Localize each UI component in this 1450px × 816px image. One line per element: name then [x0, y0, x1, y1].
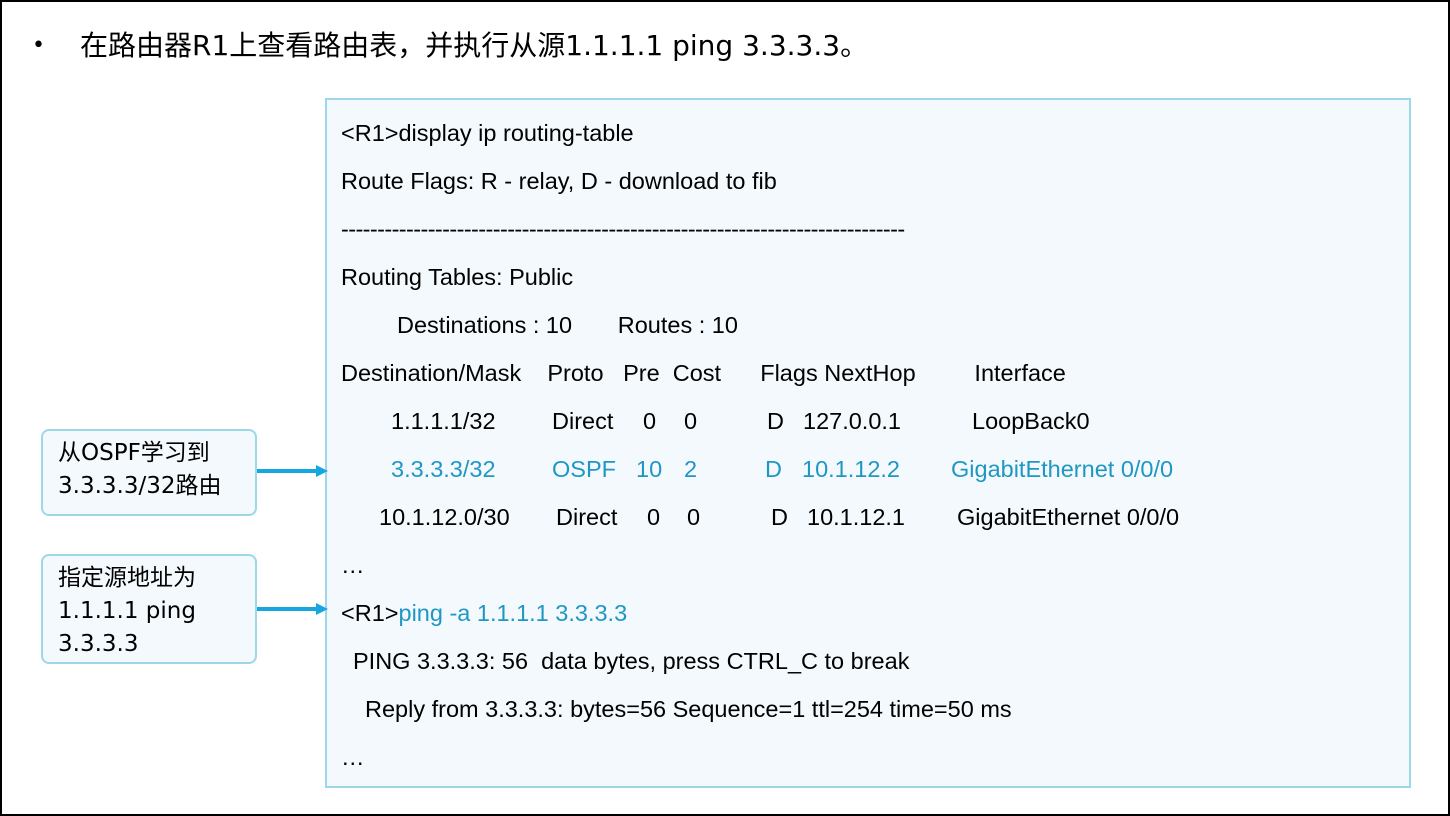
ping-info-line: PING 3.3.3.3: 56 data bytes, press CTRL_…: [353, 648, 910, 674]
route-pre-highlight: 10: [636, 456, 663, 482]
route-flags: D: [767, 408, 784, 434]
route-cost: 0: [687, 504, 701, 530]
callout-text: 1.1.1.1 ping: [58, 598, 196, 624]
cli-prompt: <R1>: [341, 600, 399, 626]
separator-line: ----------------------------------------…: [341, 216, 905, 242]
bullet-icon: •: [32, 33, 45, 58]
ospf-route-callout: 从OSPF学习到 3.3.3.3/32路由: [41, 429, 257, 516]
route-pre: 0: [647, 504, 661, 530]
cli-output-panel: <R1>display ip routing-table Route Flags…: [325, 98, 1411, 788]
callout-text: 指定源地址为: [58, 565, 196, 591]
display-command-line: <R1>display ip routing-table: [341, 120, 634, 146]
table-header-line: Destination/Mask Proto Pre Cost Flags Ne…: [341, 360, 1066, 386]
callout-text: 从OSPF学习到: [58, 440, 210, 466]
route-dest-highlight: 3.3.3.3/32: [391, 456, 496, 482]
ping-reply-line: Reply from 3.3.3.3: bytes=56 Sequence=1 …: [365, 696, 1012, 722]
callout-text: 3.3.3.3/32路由: [58, 473, 222, 499]
arrow-shaft: [257, 607, 317, 611]
routing-tables-line: Routing Tables: Public: [341, 264, 574, 290]
route-dest: 10.1.12.0/30: [379, 504, 510, 530]
arrow-right-icon: [316, 465, 328, 477]
callout-text: 3.3.3.3: [58, 631, 139, 657]
route-nexthop-highlight: 10.1.12.2: [802, 456, 901, 482]
route-proto-highlight: OSPF: [552, 456, 616, 482]
heading-text: 在路由器R1上查看路由表，并执行从源1.1.1.1 ping 3.3.3.3。: [80, 29, 869, 62]
ping-command: ping -a 1.1.1.1 3.3.3.3: [398, 600, 628, 626]
source-address-callout: 指定源地址为 1.1.1.1 ping 3.3.3.3: [41, 554, 257, 664]
ellipsis-line: …: [341, 744, 365, 770]
route-interface: LoopBack0: [972, 408, 1090, 434]
arrow-right-icon: [316, 603, 328, 615]
route-dest: 1.1.1.1/32: [391, 408, 496, 434]
route-cost-highlight: 2: [684, 456, 698, 482]
route-interface: GigabitEthernet 0/0/0: [957, 504, 1180, 530]
route-flags-line: Route Flags: R - relay, D - download to …: [341, 168, 777, 194]
slide: • 在路由器R1上查看路由表，并执行从源1.1.1.1 ping 3.3.3.3。…: [0, 0, 1450, 816]
ping-command-line: <R1>ping -a 1.1.1.1 3.3.3.3: [341, 598, 627, 628]
route-flags: D: [771, 504, 788, 530]
route-pre: 0: [643, 408, 657, 434]
route-cost: 0: [684, 408, 698, 434]
route-interface-highlight: GigabitEthernet 0/0/0: [951, 456, 1174, 482]
summary-line: Destinations : 10 Routes : 10: [397, 312, 738, 338]
slide-heading: • 在路由器R1上查看路由表，并执行从源1.1.1.1 ping 3.3.3.3。: [32, 28, 868, 64]
route-nexthop: 127.0.0.1: [803, 408, 902, 434]
route-proto: Direct: [556, 504, 618, 530]
route-nexthop: 10.1.12.1: [807, 504, 906, 530]
route-flags-highlight: D: [765, 456, 782, 482]
ellipsis-line: …: [341, 552, 365, 578]
arrow-shaft: [257, 469, 317, 473]
route-proto: Direct: [552, 408, 614, 434]
